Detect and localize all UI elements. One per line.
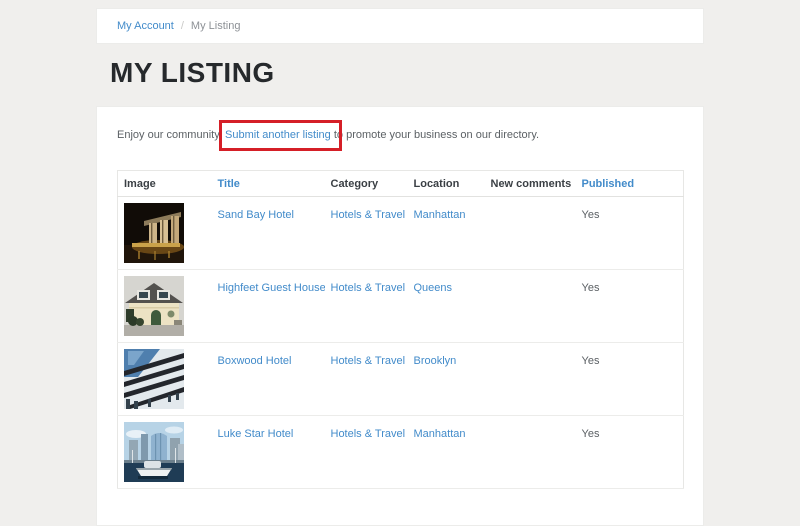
modern-building-facade-image	[124, 349, 184, 409]
listing-title-link[interactable]: Sand Bay Hotel	[218, 209, 294, 221]
content-column: My Account / My Listing MY LISTING Enjoy…	[96, 8, 704, 526]
listing-title-link[interactable]: Highfeet Guest House	[218, 282, 325, 294]
intro-text-after: to promote your business on our director…	[331, 129, 539, 141]
listing-new-comments	[485, 197, 576, 270]
column-header-published[interactable]: Published	[576, 171, 684, 197]
listing-title-link[interactable]: Boxwood Hotel	[218, 355, 292, 367]
listing-category-link[interactable]: Hotels & Travel	[331, 209, 406, 221]
submit-another-listing-link[interactable]: Submit another listing	[225, 129, 331, 141]
listing-published-status: Yes	[576, 197, 684, 270]
listing-new-comments	[485, 270, 576, 343]
table-row: Luke Star Hotel Hotels & Travel Manhatta…	[118, 416, 684, 489]
listing-category-link[interactable]: Hotels & Travel	[331, 282, 406, 294]
table-header-row: Image Title Category Location New commen…	[118, 171, 684, 197]
listing-location-link[interactable]: Brooklyn	[414, 355, 457, 367]
listing-thumbnail-highfeet-guest-house[interactable]	[124, 276, 184, 336]
page-title: MY LISTING	[110, 57, 704, 89]
submit-listing-link-wrap: Submit another listing	[225, 128, 331, 143]
listing-published-status: Yes	[576, 270, 684, 343]
listing-thumbnail-sand-bay-hotel[interactable]	[124, 203, 184, 263]
listing-location-link[interactable]: Queens	[414, 282, 453, 294]
intro-text: Enjoy our community. Submit another list…	[117, 128, 683, 143]
guest-house-image	[124, 276, 184, 336]
column-header-category: Category	[325, 171, 408, 197]
breadcrumb-separator: /	[181, 20, 184, 32]
breadcrumb-my-account-link[interactable]: My Account	[117, 20, 174, 32]
table-row: Sand Bay Hotel Hotels & Travel Manhattan…	[118, 197, 684, 270]
night-hotel-towers-image	[124, 203, 184, 263]
listing-thumbnail-luke-star-hotel[interactable]	[124, 422, 184, 482]
table-row: Highfeet Guest House Hotels & Travel Que…	[118, 270, 684, 343]
listing-category-link[interactable]: Hotels & Travel	[331, 355, 406, 367]
intro-text-before: Enjoy our community.	[117, 129, 225, 141]
listing-location-link[interactable]: Manhattan	[414, 209, 466, 221]
listing-title-link[interactable]: Luke Star Hotel	[218, 428, 294, 440]
listing-new-comments	[485, 343, 576, 416]
breadcrumb-current-page: My Listing	[191, 20, 241, 32]
listing-new-comments	[485, 416, 576, 489]
listing-category-link[interactable]: Hotels & Travel	[331, 428, 406, 440]
column-header-image: Image	[118, 171, 212, 197]
listing-published-status: Yes	[576, 416, 684, 489]
column-header-title[interactable]: Title	[212, 171, 325, 197]
listing-published-status: Yes	[576, 343, 684, 416]
waterfront-towers-boat-image	[124, 422, 184, 482]
listing-location-link[interactable]: Manhattan	[414, 428, 466, 440]
breadcrumb: My Account / My Listing	[96, 8, 704, 44]
listings-panel: Enjoy our community. Submit another list…	[96, 106, 704, 526]
listing-thumbnail-boxwood-hotel[interactable]	[124, 349, 184, 409]
table-row: Boxwood Hotel Hotels & Travel Brooklyn Y…	[118, 343, 684, 416]
column-header-new-comments: New comments	[485, 171, 576, 197]
column-header-location: Location	[408, 171, 485, 197]
listings-table: Image Title Category Location New commen…	[117, 170, 684, 489]
